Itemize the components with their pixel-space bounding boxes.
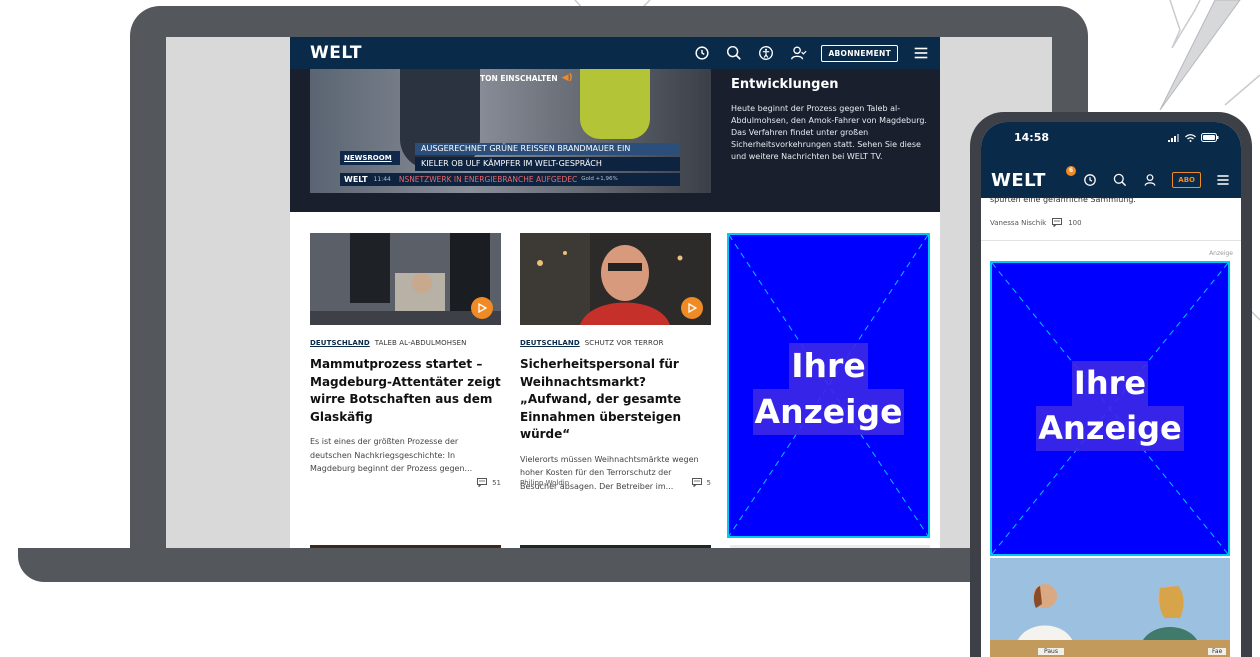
kicker-section[interactable]: DEUTSCHLAND bbox=[310, 339, 370, 347]
article-grid: DEUTSCHLAND TALEB AL-ABDULMOHSEN Mammutpr… bbox=[290, 212, 940, 548]
byline-author[interactable]: Vanessa Nischik bbox=[990, 219, 1046, 227]
article-teaser: Es ist eines der größten Prozesse der de… bbox=[310, 437, 473, 473]
kicker-topic[interactable]: SCHUTZ VOR TERROR bbox=[585, 339, 664, 347]
article-image[interactable] bbox=[520, 233, 711, 325]
ad-line-2: Anzeige bbox=[1036, 406, 1184, 451]
article-image[interactable] bbox=[310, 233, 501, 325]
comment-count-value: 51 bbox=[492, 478, 501, 487]
news-ticker: AUSGERECHNET GRÜNE REISSEN BRANDMAUER EI… bbox=[340, 143, 680, 189]
video-player[interactable]: TON EINSCHALTEN ◀) AUSGERECHNET GRÜNE RE… bbox=[310, 69, 711, 193]
sound-toggle[interactable]: TON EINSCHALTEN ◀) bbox=[480, 73, 573, 83]
abonnement-button[interactable]: ABONNEMENT bbox=[821, 44, 898, 62]
user-icon[interactable] bbox=[1142, 172, 1158, 188]
ad-line-2: Anzeige bbox=[752, 389, 905, 435]
welt-logo[interactable]: WELT bbox=[991, 170, 1046, 191]
phone-frame: 14:58 WELT ABO 6 spürten eine gefährlich… bbox=[970, 112, 1252, 657]
signal-icon bbox=[1168, 133, 1179, 142]
menu-icon[interactable] bbox=[1215, 172, 1231, 188]
next-article-image-1[interactable] bbox=[310, 545, 501, 548]
ticker-gold-price: Gold +1,96% bbox=[581, 176, 618, 182]
play-icon bbox=[688, 303, 697, 313]
notification-badge: 6 bbox=[1066, 166, 1076, 176]
user-icon[interactable] bbox=[789, 44, 807, 62]
previous-article-tail: spürten eine gefährliche Sammlung. bbox=[990, 195, 1136, 204]
clock-icon[interactable] bbox=[693, 44, 711, 62]
phone-site-header: WELT ABO bbox=[981, 162, 1241, 198]
ad-line-1: Ihre bbox=[1071, 361, 1149, 406]
divider bbox=[981, 240, 1241, 241]
ad-text: Ihre Anzeige bbox=[729, 343, 928, 435]
phone-header-actions: ABO bbox=[1082, 172, 1231, 188]
name-card-2: Fae bbox=[1208, 648, 1227, 655]
status-icons bbox=[1168, 133, 1219, 142]
ad-label: Anzeige bbox=[1209, 250, 1233, 257]
article-author[interactable]: Philipp Woldin bbox=[520, 479, 569, 487]
menu-icon[interactable] bbox=[912, 44, 930, 62]
article-kicker: DEUTSCHLAND TALEB AL-ABDULMOHSEN bbox=[310, 339, 501, 347]
hero-description: Heute beginnt der Prozess gegen Taleb al… bbox=[731, 104, 927, 161]
abo-button[interactable]: ABO bbox=[1172, 172, 1201, 188]
play-button[interactable] bbox=[471, 297, 493, 319]
hero-video-section: TON EINSCHALTEN ◀) AUSGERECHNET GRÜNE RE… bbox=[290, 69, 940, 212]
laptop-screen: WELT ABONNEMENT TON EINSCHALTEN ◀) AUSGE… bbox=[166, 37, 1052, 548]
next-article-image-2[interactable] bbox=[520, 545, 711, 548]
kicker-section[interactable]: DEUTSCHLAND bbox=[520, 339, 580, 347]
sound-label-text: TON EINSCHALTEN bbox=[480, 73, 558, 83]
ad-placeholder[interactable]: Ihre Anzeige bbox=[727, 233, 930, 538]
next-article-image-3[interactable] bbox=[730, 545, 930, 548]
comment-count-value: 5 bbox=[706, 478, 711, 487]
newsroom-label: NEWSROOM bbox=[340, 151, 400, 165]
hero-title[interactable]: Entwicklungen bbox=[731, 77, 931, 93]
laptop-base bbox=[18, 548, 1018, 582]
clock-icon[interactable] bbox=[1082, 172, 1098, 188]
accessibility-icon[interactable] bbox=[757, 44, 775, 62]
welt-logo[interactable]: WELT bbox=[310, 43, 362, 63]
header-actions: ABONNEMENT bbox=[693, 44, 930, 62]
article-title[interactable]: Sicherheitspersonal für Weihnachtsmarkt?… bbox=[520, 356, 711, 444]
speaker-icon: ◀) bbox=[561, 73, 573, 83]
video-person-green bbox=[580, 69, 650, 139]
welt-website: WELT ABONNEMENT TON EINSCHALTEN ◀) AUSGE… bbox=[290, 37, 940, 548]
article-card[interactable]: DEUTSCHLAND TALEB AL-ABDULMOHSEN Mammutpr… bbox=[310, 233, 501, 476]
phone-status-bar: 14:58 bbox=[981, 122, 1241, 162]
article-kicker: DEUTSCHLAND SCHUTZ VOR TERROR bbox=[520, 339, 711, 347]
ticker-headline-top: AUSGERECHNET GRÜNE REISSEN BRANDMAUER EI… bbox=[415, 143, 680, 155]
comment-count[interactable]: 5 bbox=[691, 478, 711, 487]
ticker-crawl-text: NSNETZWERK IN ENERGIEBRANCHE AUFGEDEC bbox=[398, 175, 578, 184]
comment-icon bbox=[1052, 218, 1063, 227]
ad-line-1: Ihre bbox=[789, 343, 868, 389]
ad-text: Ihre Anzeige bbox=[992, 361, 1228, 451]
play-icon bbox=[478, 303, 487, 313]
kicker-topic[interactable]: TALEB AL-ABDULMOHSEN bbox=[375, 339, 467, 347]
ticker-bar: WELT 11:44 NSNETZWERK IN ENERGIEBRANCHE … bbox=[340, 173, 680, 186]
play-button[interactable] bbox=[681, 297, 703, 319]
wifi-icon bbox=[1185, 133, 1196, 142]
search-icon[interactable] bbox=[1112, 172, 1128, 188]
phone-article-image[interactable]: Paus Fae bbox=[990, 558, 1230, 657]
search-icon[interactable] bbox=[725, 44, 743, 62]
article-card[interactable]: DEUTSCHLAND SCHUTZ VOR TERROR Sicherheits… bbox=[520, 233, 711, 493]
press-table bbox=[990, 640, 1230, 657]
comment-icon bbox=[477, 478, 488, 487]
ticker-headline-main: KIELER OB ULF KÄMPFER IM WELT-GESPRÄCH bbox=[415, 157, 680, 171]
status-time: 14:58 bbox=[1014, 131, 1050, 144]
article-footer: Philipp Woldin 5 bbox=[520, 478, 711, 487]
byline-comment-count[interactable]: 100 bbox=[1068, 219, 1081, 227]
article-title[interactable]: Mammutprozess startet – Magdeburg-Attent… bbox=[310, 356, 501, 426]
site-header: WELT ABONNEMENT bbox=[290, 37, 940, 69]
hero-article-text: Entwicklungen Heute beginnt der Prozess … bbox=[731, 69, 931, 163]
device-mockup-stage: WELT ABONNEMENT TON EINSCHALTEN ◀) AUSGE… bbox=[0, 0, 1260, 657]
article-footer: 51 bbox=[310, 478, 501, 487]
ticker-logo: WELT bbox=[344, 175, 368, 184]
comment-count[interactable]: 51 bbox=[477, 478, 501, 487]
phone-ad-placeholder[interactable]: Ihre Anzeige bbox=[990, 261, 1230, 556]
ticker-time: 11:44 bbox=[373, 176, 391, 183]
name-card-1: Paus bbox=[1038, 648, 1064, 655]
phone-screen: 14:58 WELT ABO 6 spürten eine gefährlich… bbox=[981, 122, 1241, 657]
article-byline: Vanessa Nischik 100 bbox=[990, 218, 1082, 227]
comment-icon bbox=[691, 478, 702, 487]
battery-icon bbox=[1201, 133, 1219, 142]
